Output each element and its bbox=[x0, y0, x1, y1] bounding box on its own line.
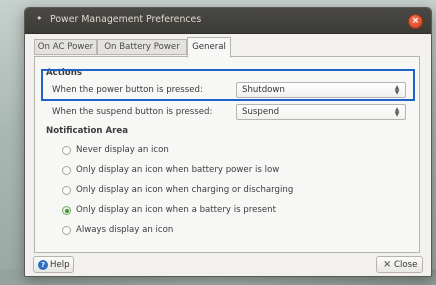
radio-unchecked-icon bbox=[62, 166, 71, 175]
help-icon: ? bbox=[38, 260, 48, 270]
close-icon: × bbox=[383, 259, 392, 270]
notification-option-label: Never display an icon bbox=[76, 145, 169, 155]
close-button[interactable]: × Close bbox=[376, 256, 423, 273]
power-management-window: • Power Management Preferences × On AC P… bbox=[24, 7, 432, 277]
radio-unchecked-icon bbox=[62, 186, 71, 195]
power-button-action-value: Shutdown bbox=[242, 85, 285, 95]
radio-unchecked-icon bbox=[62, 146, 71, 155]
close-button-label: Close bbox=[394, 260, 418, 270]
window-menu-icon[interactable]: • bbox=[36, 13, 44, 24]
radio-unchecked-icon bbox=[62, 226, 71, 235]
notification-option-label: Always display an icon bbox=[76, 225, 174, 235]
general-tab-panel: Actions When the power button is pressed… bbox=[34, 56, 420, 253]
help-button-label: Help bbox=[50, 260, 70, 270]
help-button[interactable]: ? Help bbox=[33, 256, 74, 273]
suspend-button-action-value: Suspend bbox=[242, 107, 280, 117]
tab-general[interactable]: General bbox=[187, 37, 231, 58]
power-button-label: When the power button is pressed: bbox=[52, 85, 203, 95]
suspend-button-label: When the suspend button is pressed: bbox=[52, 107, 213, 117]
up-down-arrows-icon: ▲ ▼ bbox=[394, 84, 400, 96]
up-down-arrows-icon: ▲ ▼ bbox=[394, 106, 400, 118]
titlebar[interactable]: • Power Management Preferences × bbox=[25, 8, 431, 34]
radio-checked-icon bbox=[62, 206, 71, 215]
notification-option-label: Only display an icon when a battery is p… bbox=[76, 205, 276, 215]
notification-option-label: Only display an icon when battery power … bbox=[76, 165, 280, 175]
window-title: Power Management Preferences bbox=[50, 14, 202, 25]
suspend-button-action-select[interactable]: Suspend ▲ ▼ bbox=[236, 104, 406, 120]
notification-option-label: Only display an icon when charging or di… bbox=[76, 185, 294, 195]
power-button-action-select[interactable]: Shutdown ▲ ▼ bbox=[236, 82, 406, 98]
window-close-button[interactable]: × bbox=[408, 14, 423, 29]
close-icon: × bbox=[411, 16, 420, 26]
notification-area-heading: Notification Area bbox=[46, 126, 128, 136]
tab-on-ac-power[interactable]: On AC Power bbox=[34, 39, 97, 55]
tab-on-battery-power[interactable]: On Battery Power bbox=[97, 39, 187, 55]
actions-heading: Actions bbox=[46, 68, 82, 78]
